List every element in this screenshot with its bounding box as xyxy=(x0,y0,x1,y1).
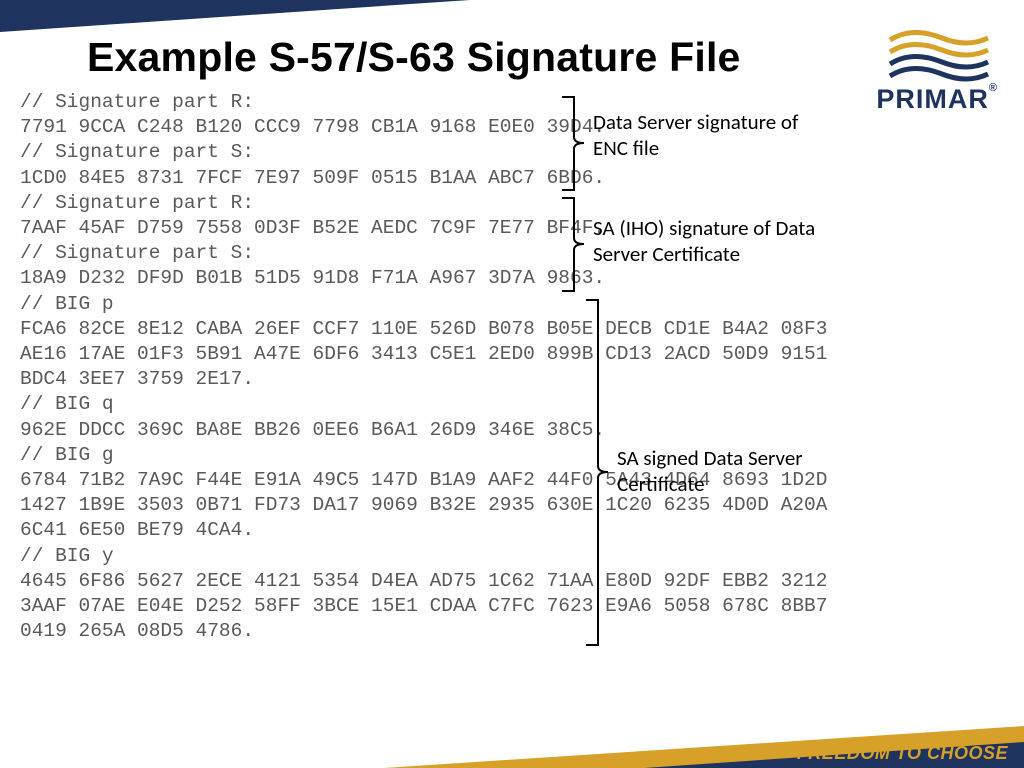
slide-title: Example S-57/S-63 Signature File xyxy=(87,34,741,81)
signature-file-content: // Signature part R: 7791 9CCA C248 B120… xyxy=(20,90,830,644)
annotation-3: SA signed Data Server Certificate xyxy=(617,446,867,497)
bracket-1 xyxy=(562,95,586,197)
logo-wordmark: PRIMAR xyxy=(876,84,989,114)
annotation-1: Data Server signature of ENC file xyxy=(593,110,833,161)
primar-logo: PRIMAR® xyxy=(876,30,998,115)
bracket-3 xyxy=(586,298,610,652)
tagline: FREEDOM TO CHOOSE xyxy=(797,743,1008,764)
primar-logo-text: PRIMAR® xyxy=(876,84,998,115)
logo-trademark: ® xyxy=(989,82,998,94)
bracket-2 xyxy=(562,196,586,298)
annotation-2: SA (IHO) signature of Data Server Certif… xyxy=(593,216,843,267)
primar-logo-waves-icon xyxy=(882,30,992,82)
corner-accent-top xyxy=(0,0,470,32)
